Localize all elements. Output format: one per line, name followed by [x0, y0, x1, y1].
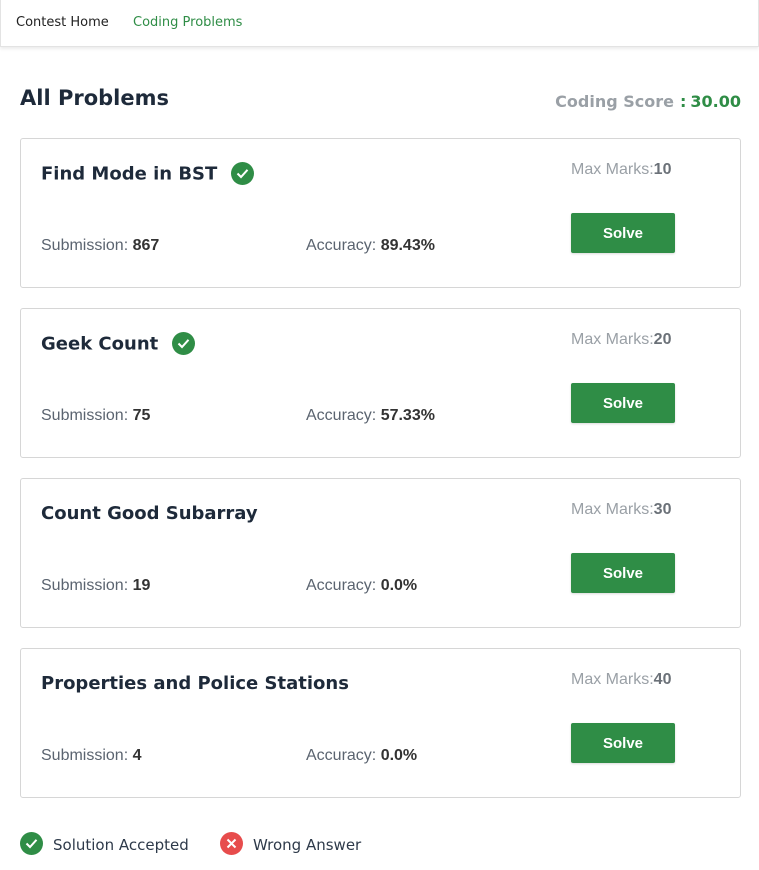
check-circle-icon	[20, 832, 43, 855]
problem-title-row: Geek Count	[41, 332, 196, 356]
coding-score-value: 30.00	[690, 92, 741, 111]
coding-score-separator: :	[679, 92, 687, 111]
legend-accepted: Solution Accepted	[20, 832, 189, 857]
accuracy-value: 57.33%	[380, 407, 435, 424]
max-marks-value: 40	[653, 671, 672, 688]
page-title: All Problems	[20, 86, 169, 110]
max-marks: Max Marks:10	[571, 161, 671, 179]
max-marks-label: Max Marks:	[571, 161, 654, 178]
submission-label: Submission:	[41, 577, 133, 594]
problem-card: Geek Count Submission: 75 Accuracy: 57.3…	[20, 308, 741, 458]
solve-button[interactable]: Solve	[571, 553, 675, 593]
problem-title[interactable]: Geek Count	[41, 334, 158, 355]
problem-card: Count Good Subarray Submission: 19 Accur…	[20, 478, 741, 628]
accuracy-label: Accuracy:	[306, 747, 381, 764]
problem-title-row: Properties and Police Stations	[41, 673, 349, 694]
nav-coding-problems[interactable]: Coding Problems	[133, 15, 242, 30]
max-marks: Max Marks:20	[571, 331, 671, 349]
problem-title-row: Find Mode in BST	[41, 162, 255, 186]
submission-count: 867	[132, 237, 160, 254]
legend-wrong: Wrong Answer	[220, 832, 362, 857]
problem-title[interactable]: Count Good Subarray	[41, 503, 258, 524]
x-circle-icon	[220, 832, 243, 855]
accuracy-stat: Accuracy: 57.33%	[306, 407, 435, 425]
max-marks-value: 20	[653, 331, 672, 348]
submission-label: Submission:	[41, 407, 133, 424]
submission-stat: Submission: 867	[41, 237, 159, 255]
coding-score-label: Coding Score	[555, 92, 674, 111]
accepted-check-icon	[172, 332, 196, 355]
max-marks: Max Marks:40	[571, 671, 671, 689]
solve-button[interactable]: Solve	[571, 723, 675, 763]
submission-count: 75	[132, 407, 151, 424]
submission-label: Submission:	[41, 237, 133, 254]
submission-stat: Submission: 19	[41, 577, 150, 595]
max-marks-value: 10	[653, 161, 672, 178]
submission-stat: Submission: 4	[41, 747, 142, 765]
max-marks: Max Marks:30	[571, 501, 671, 519]
top-nav-bar: Contest Home Coding Problems	[0, 0, 759, 47]
accuracy-stat: Accuracy: 89.43%	[306, 237, 435, 255]
solve-button[interactable]: Solve	[571, 213, 675, 253]
accuracy-label: Accuracy:	[306, 407, 381, 424]
problem-title[interactable]: Find Mode in BST	[41, 164, 217, 185]
accuracy-value: 0.0%	[380, 747, 418, 764]
solve-button[interactable]: Solve	[571, 383, 675, 423]
max-marks-label: Max Marks:	[571, 331, 654, 348]
problem-title[interactable]: Properties and Police Stations	[41, 673, 349, 694]
submission-label: Submission:	[41, 747, 133, 764]
submission-count: 19	[132, 577, 151, 594]
submission-count: 4	[132, 747, 142, 764]
coding-score: Coding Score:30.00	[555, 92, 741, 111]
problem-card: Find Mode in BST Submission: 867 Accurac…	[20, 138, 741, 288]
submission-stat: Submission: 75	[41, 407, 150, 425]
accuracy-stat: Accuracy: 0.0%	[306, 577, 417, 595]
max-marks-value: 30	[653, 501, 672, 518]
accuracy-label: Accuracy:	[306, 237, 381, 254]
legend-wrong-label: Wrong Answer	[253, 836, 362, 854]
max-marks-label: Max Marks:	[571, 501, 654, 518]
accuracy-value: 89.43%	[380, 237, 435, 254]
max-marks-label: Max Marks:	[571, 671, 654, 688]
accuracy-label: Accuracy:	[306, 577, 381, 594]
problem-card: Properties and Police Stations Submissio…	[20, 648, 741, 798]
nav-contest-home[interactable]: Contest Home	[16, 15, 109, 30]
accuracy-stat: Accuracy: 0.0%	[306, 747, 417, 765]
accepted-check-icon	[231, 162, 255, 185]
accuracy-value: 0.0%	[380, 577, 418, 594]
problem-title-row: Count Good Subarray	[41, 503, 258, 524]
legend-accepted-label: Solution Accepted	[53, 836, 189, 854]
